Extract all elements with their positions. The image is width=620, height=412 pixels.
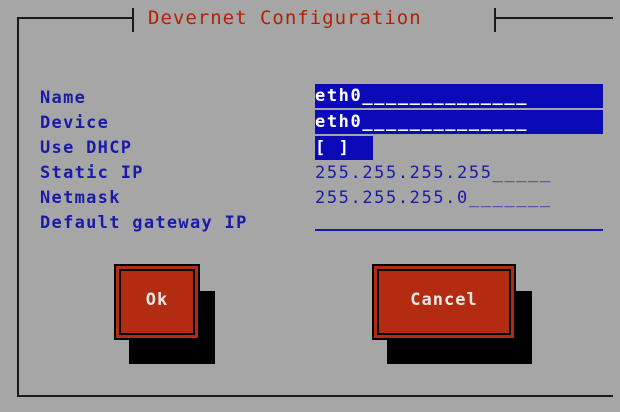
label-use-dhcp: Use DHCP xyxy=(40,138,133,158)
default-gateway-field[interactable] xyxy=(315,229,603,231)
device-pad: ______________ xyxy=(362,112,529,132)
frame-top-left xyxy=(17,17,132,19)
dialog-title: Devernet Configuration xyxy=(148,7,422,29)
frame-left xyxy=(17,17,19,397)
device-field[interactable]: eth0______________ xyxy=(315,110,603,134)
label-static-ip: Static IP xyxy=(40,163,144,183)
title-bracket-left xyxy=(132,8,134,32)
title-bracket-right xyxy=(494,8,496,32)
label-device: Device xyxy=(40,113,110,133)
ok-button-label: Ok xyxy=(145,290,169,310)
netmask-pad: _______ xyxy=(468,188,552,208)
cancel-button-label: Cancel xyxy=(410,290,478,310)
netmask-field[interactable]: 255.255.255.0_______ xyxy=(315,186,552,210)
name-field[interactable]: eth0______________ xyxy=(315,84,603,108)
label-netmask: Netmask xyxy=(40,188,121,208)
cancel-button[interactable]: Cancel xyxy=(372,264,516,340)
static-ip-field[interactable]: 255.255.255.255_____ xyxy=(315,161,552,185)
frame-top-right xyxy=(508,17,613,19)
device-value: eth0 xyxy=(315,112,363,132)
label-default-gateway: Default gateway IP xyxy=(40,213,248,233)
ok-button[interactable]: Ok xyxy=(114,264,200,340)
name-value: eth0 xyxy=(315,86,363,106)
netmask-value: 255.255.255.0 xyxy=(315,188,469,208)
static-ip-value: 255.255.255.255 xyxy=(315,163,493,183)
name-pad: ______________ xyxy=(362,86,529,106)
frame-bottom xyxy=(17,395,613,397)
use-dhcp-checkbox[interactable]: [ ] xyxy=(315,136,373,160)
use-dhcp-value: [ ] xyxy=(315,138,351,158)
devernet-config-dialog: Devernet Configuration Name Device Use D… xyxy=(0,0,620,412)
label-name: Name xyxy=(40,88,87,108)
static-ip-pad: _____ xyxy=(492,163,552,183)
title-bracket-right-stub xyxy=(494,17,508,19)
